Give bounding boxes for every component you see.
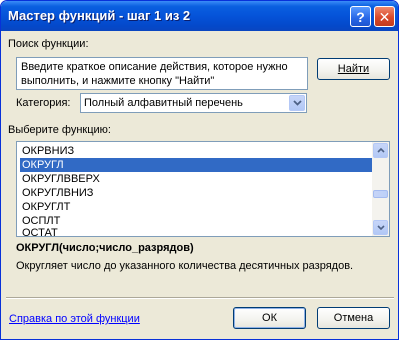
list-item-selected[interactable]: ОКРУГЛ	[20, 158, 373, 172]
cancel-button-label: Отмена	[333, 312, 374, 324]
chevron-down-icon	[376, 225, 385, 230]
category-selected-value: Полный алфавитный перечень	[84, 97, 243, 109]
help-link[interactable]: Справка по этой функции	[9, 313, 140, 325]
find-button-label: Найти	[337, 63, 370, 75]
help-button[interactable]: ?	[350, 6, 371, 27]
list-item[interactable]: ОКРВНИЗ	[20, 144, 373, 158]
function-list-label: Выберите функцию:	[8, 124, 111, 136]
scroll-thumb[interactable]	[373, 190, 388, 198]
window-title: Мастер функций - шаг 1 из 2	[8, 8, 191, 23]
close-button[interactable]: ✕	[374, 6, 395, 27]
cancel-button[interactable]: Отмена	[317, 307, 390, 329]
function-description: Округляет число до указанного количества…	[16, 260, 354, 272]
footer-divider	[6, 297, 394, 299]
list-item[interactable]: ОКРУГЛТ	[20, 200, 373, 214]
search-label: Поиск функции:	[8, 38, 89, 50]
scroll-up-button[interactable]	[373, 143, 388, 158]
function-wizard-dialog: Мастер функций - шаг 1 из 2 ? ✕ Поиск фу…	[0, 0, 399, 340]
list-item[interactable]: ОКРУГЛВНИЗ	[20, 186, 373, 200]
category-select[interactable]: Полный алфавитный перечень	[80, 93, 307, 113]
find-button[interactable]: Найти	[317, 58, 390, 80]
chevron-down-icon	[292, 100, 302, 106]
title-bar[interactable]: Мастер функций - шаг 1 из 2 ? ✕	[1, 1, 398, 31]
function-signature: ОКРУГЛ(число;число_разрядов)	[16, 242, 194, 254]
help-icon: ?	[356, 8, 365, 25]
list-item[interactable]: ОКРУГЛВВЕРХ	[20, 172, 373, 186]
category-label: Категория:	[16, 97, 71, 109]
search-description-input[interactable]: Введите краткое описание действия, котор…	[16, 57, 308, 90]
ok-button[interactable]: ОК	[233, 307, 306, 329]
list-item[interactable]: ОСТАТ	[20, 226, 373, 236]
ok-button-label: ОК	[262, 312, 277, 324]
function-listbox[interactable]: ОКРВНИЗ ОКРУГЛ ОКРУГЛВВЕРХ ОКРУГЛВНИЗ ОК…	[16, 141, 390, 237]
scroll-down-button[interactable]	[373, 220, 388, 235]
chevron-up-icon	[376, 148, 385, 153]
category-dropdown-button[interactable]	[289, 95, 305, 111]
close-icon: ✕	[378, 8, 391, 25]
vertical-scrollbar[interactable]	[372, 142, 389, 236]
